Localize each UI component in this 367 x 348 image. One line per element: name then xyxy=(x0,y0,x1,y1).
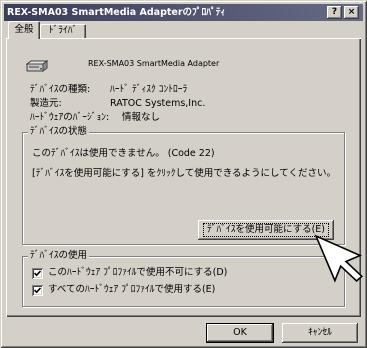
help-icon: ? xyxy=(331,7,338,17)
manufacturer-label: 製造元: xyxy=(30,98,62,109)
checkbox-box[interactable] xyxy=(32,285,43,296)
check-icon xyxy=(34,270,41,277)
tab-general[interactable]: 全般 xyxy=(8,21,40,39)
device-properties-dialog: REX-SMA03 SmartMedia Adapterのﾌﾟﾛﾊﾟﾃｨ ? ×… xyxy=(0,0,367,348)
device-status-message: このﾃﾞﾊﾞｲｽは使用できません。 (Code 22) xyxy=(32,148,215,159)
device-name: REX-SMA03 SmartMedia Adapter xyxy=(88,59,220,68)
manufacturer-value: RATOC Systems,Inc. xyxy=(110,98,206,109)
checkbox-label[interactable]: すべてのﾊｰﾄﾞｳｪｱ ﾌﾟﾛﾌｧｲﾙで使用する(E) xyxy=(48,284,215,296)
hardware-version-label: ﾊｰﾄﾞｳｪｱのﾊﾞｰｼﾞｮﾝ: xyxy=(30,112,110,123)
card-reader-icon xyxy=(26,60,48,72)
check-icon xyxy=(34,287,41,294)
hardware-version-value: 情報なし xyxy=(122,112,161,123)
tab-driver[interactable]: ﾄﾞﾗｲﾊﾞ xyxy=(40,24,86,38)
help-button[interactable]: ? xyxy=(327,6,342,19)
close-icon: × xyxy=(347,7,356,17)
device-status-label: ﾃﾞﾊﾞｲｽの状態 xyxy=(28,126,90,138)
checkbox-label[interactable]: このﾊｰﾄﾞｳｪｱ ﾌﾟﾛﾌｧｲﾙで使用不可にする(D) xyxy=(48,267,227,279)
close-button[interactable]: × xyxy=(344,6,359,19)
device-usage-label: ﾃﾞﾊﾞｲｽの使用 xyxy=(28,250,90,262)
device-type-value: ﾊｰﾄﾞ ﾃﾞｨｽｸ ｺﾝﾄﾛｰﾗ xyxy=(110,84,188,95)
device-status-hint: [ﾃﾞﾊﾞｲｽを使用可能にする] をｸﾘｯｸして使用できるようにしてください。 xyxy=(32,168,336,179)
device-type-label: ﾃﾞﾊﾞｲｽの種類: xyxy=(30,84,91,95)
device-usage-group xyxy=(22,256,345,307)
cancel-button[interactable]: ｷｬﾝｾﾙ xyxy=(282,323,358,343)
title-bar[interactable]: REX-SMA03 SmartMedia Adapterのﾌﾟﾛﾊﾟﾃｨ xyxy=(4,4,363,21)
mouse-pointer-icon xyxy=(314,234,363,283)
tab-label: ﾄﾞﾗｲﾊﾞ xyxy=(48,25,78,36)
checkbox-box[interactable] xyxy=(32,268,43,279)
ok-button[interactable]: OK xyxy=(206,323,274,343)
tab-label: 全般 xyxy=(14,24,34,35)
window-title: REX-SMA03 SmartMedia Adapterのﾌﾟﾛﾊﾟﾃｨ xyxy=(7,7,226,18)
enable-device-button-label: ﾃﾞﾊﾞｲｽを使用可能にする(E) xyxy=(202,223,329,237)
